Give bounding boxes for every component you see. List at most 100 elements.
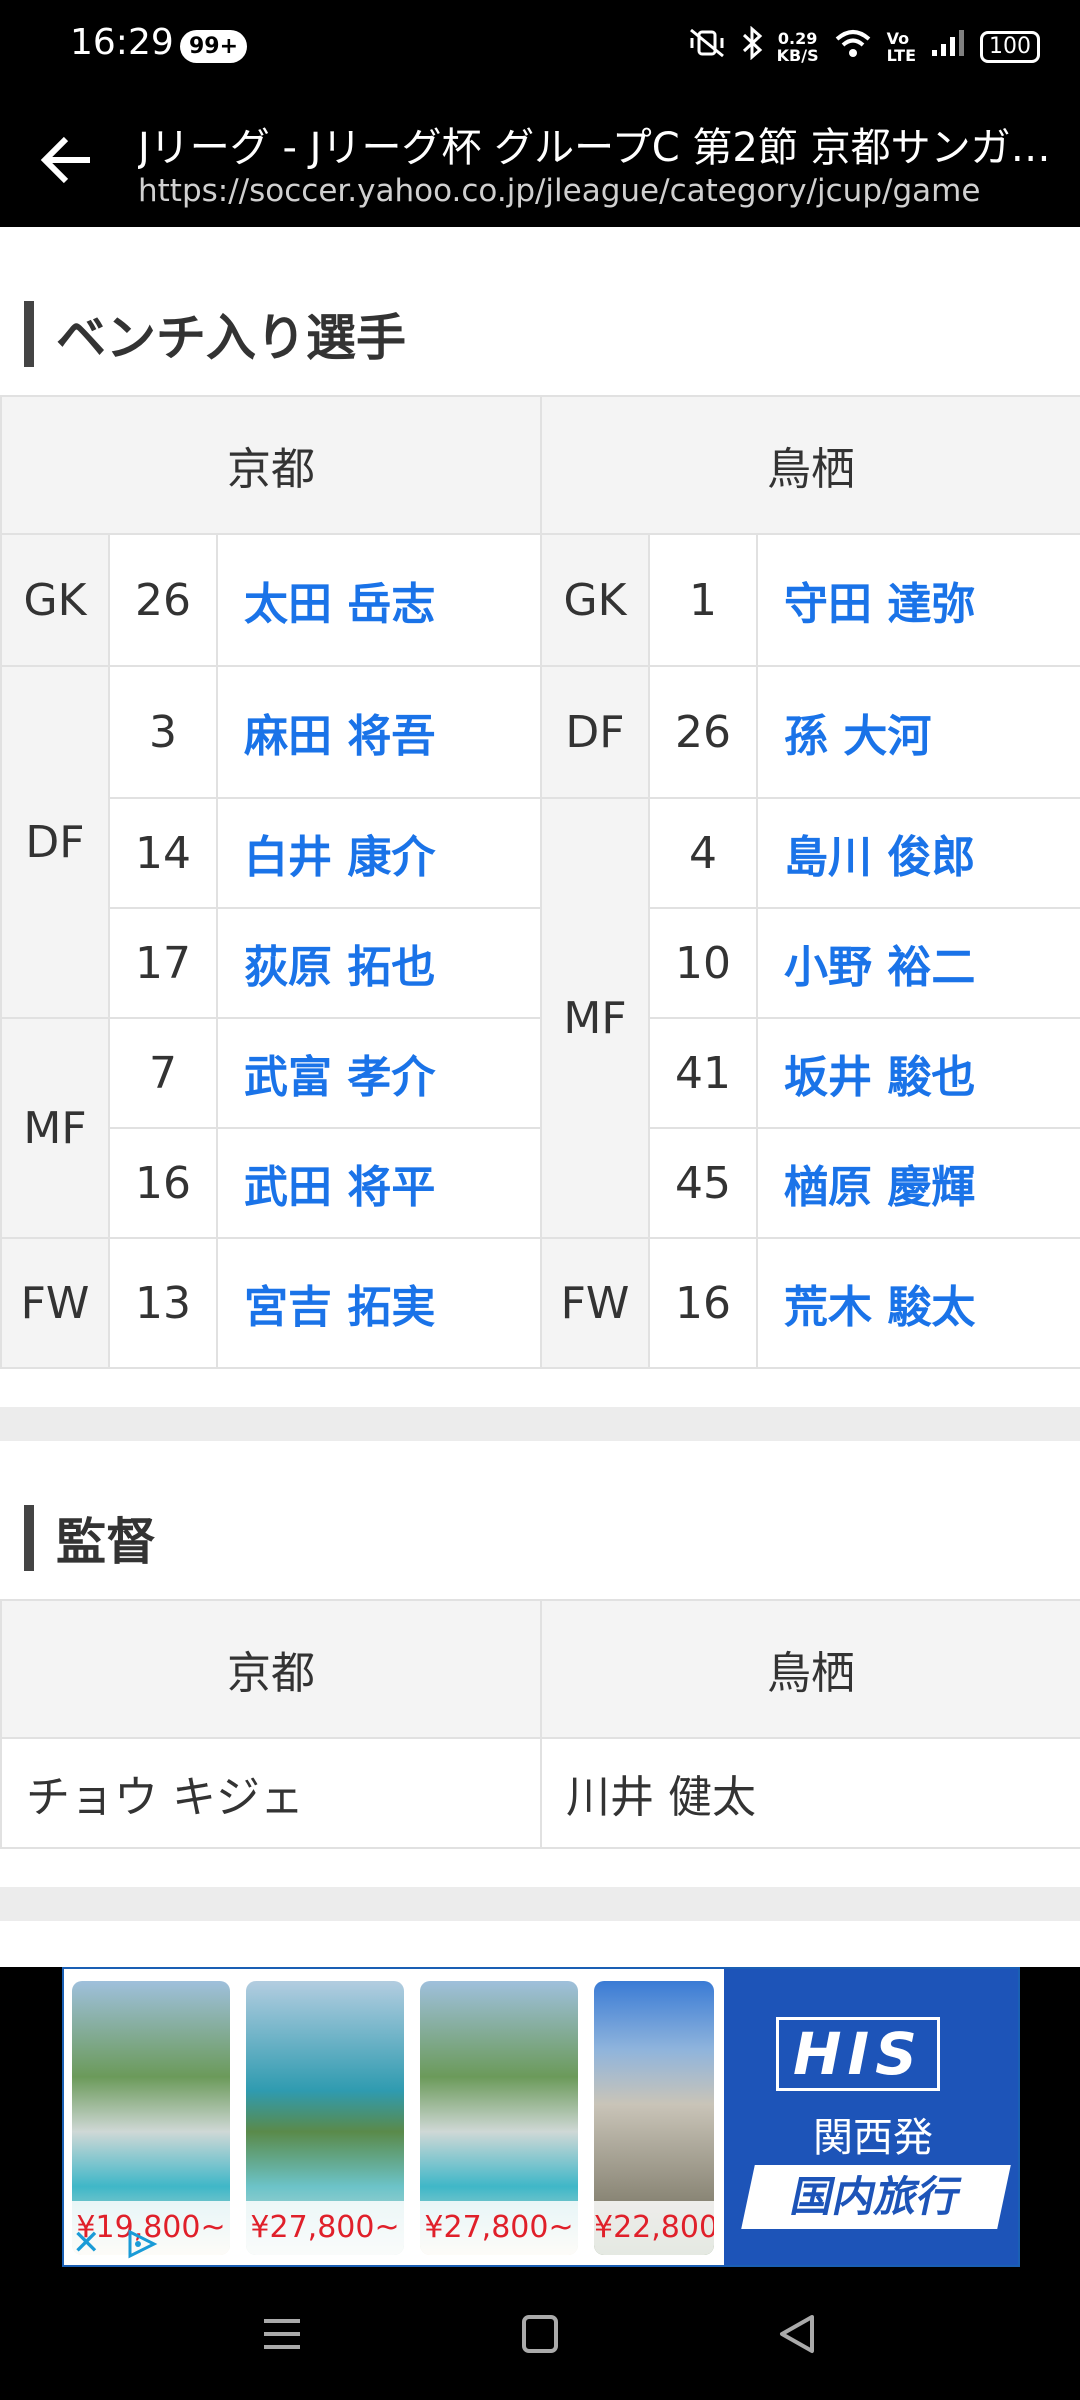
signal-icon — [930, 28, 966, 66]
ad-price: ¥22,800 — [594, 2201, 714, 2255]
number-cell: 1 — [648, 533, 758, 667]
ad-price: ¥27,800~ — [420, 2201, 578, 2255]
bench-table: 京都 鳥栖 GK 26 太田 岳志 GK 1 守田 達弥 DF 3 麻田 将吾 … — [0, 395, 1080, 1369]
volte-line1: Vo — [886, 29, 910, 48]
table-row: 14 白井 康介 MF 4 島川 俊郎 — [1, 797, 1080, 1239]
back-arrow-icon — [40, 136, 90, 184]
browser-header: Jリーグ - Jリーグ杯 グループC 第2節 京都サンガF.C.vs.サガン鳥栖… — [0, 95, 1080, 227]
page-content: ベンチ入り選手 京都 鳥栖 GK 26 太田 岳志 GK 1 守田 達弥 DF … — [0, 227, 1080, 1967]
section-divider — [0, 1887, 1080, 1921]
number-cell: 16 — [648, 1237, 758, 1369]
position-cell: GK — [0, 533, 110, 667]
team-home-header: 京都 — [0, 1599, 542, 1739]
status-time: 16:29 — [70, 22, 174, 63]
ad-hotel-image[interactable]: ¥27,800~ — [246, 1981, 404, 2255]
number-cell: 3 — [108, 665, 218, 799]
manager-section-heading: 監督 — [24, 1505, 156, 1571]
number-cell: 4 — [648, 797, 758, 909]
ad-subtitle: 関西発 — [813, 2115, 933, 2161]
table-row: チョウ キジェ 川井 健太 — [0, 1737, 1080, 1849]
table-row: 16 武田 将平 45 楢原 慶輝 — [1, 1127, 1080, 1239]
section-divider — [0, 1407, 1080, 1441]
position-cell: GK — [540, 533, 650, 667]
page-url[interactable]: https://soccer.yahoo.co.jp/jleague/categ… — [138, 173, 1058, 209]
player-name-link[interactable]: 麻田 将吾 — [216, 665, 542, 799]
network-speed-value: 0.29 — [777, 29, 818, 48]
heading-accent-bar — [24, 301, 34, 367]
ad-banner[interactable]: ¥19,800~ ¥27,800~ ¥27,800~ ¥22,800 HIS 関… — [62, 1967, 1020, 2267]
ad-main-label: 国内旅行 — [741, 2165, 1011, 2229]
team-home-header: 京都 — [0, 395, 542, 535]
ad-hotel-image[interactable]: ¥22,800 — [594, 1981, 714, 2255]
bench-table-header: 京都 鳥栖 — [0, 395, 1080, 535]
back-button[interactable] — [32, 125, 102, 195]
heading-accent-bar — [24, 1505, 34, 1571]
back-triangle-icon[interactable] — [768, 2309, 828, 2359]
number-cell: 7 — [108, 1017, 218, 1129]
player-name-link[interactable]: 小野 裕二 — [756, 907, 1080, 1019]
ad-hotel-image[interactable]: ¥19,800~ — [72, 1981, 230, 2255]
player-name-link[interactable]: 武田 将平 — [216, 1127, 542, 1239]
system-nav-bar — [0, 2267, 1080, 2400]
manager-heading: 監督 — [56, 1513, 156, 1571]
position-cell: DF — [0, 665, 110, 1019]
table-row: MF 7 武富 孝介 41 坂井 駿也 — [0, 1017, 1080, 1239]
mute-vibrate-icon — [687, 26, 727, 68]
player-name-link[interactable]: 荻原 拓也 — [216, 907, 542, 1019]
player-name-link[interactable]: 白井 康介 — [216, 797, 542, 909]
player-name-link[interactable]: 守田 達弥 — [756, 533, 1080, 667]
player-name-link[interactable]: 島川 俊郎 — [756, 797, 1080, 909]
player-name-link[interactable]: 坂井 駿也 — [756, 1017, 1080, 1129]
ad-choices-icon[interactable] — [124, 2229, 160, 2259]
position-cell: MF — [540, 797, 650, 1239]
table-row: GK 26 太田 岳志 GK 1 守田 達弥 — [0, 533, 1080, 667]
number-cell: 10 — [648, 907, 758, 1019]
page-title: Jリーグ - Jリーグ杯 グループC 第2節 京都サンガF.C.vs.サガン鳥栖 — [138, 125, 1058, 171]
bench-heading: ベンチ入り選手 — [56, 309, 406, 367]
player-name-link[interactable]: 楢原 慶輝 — [756, 1127, 1080, 1239]
ad-brand-panel[interactable]: HIS 関西発 国内旅行 — [724, 1969, 1018, 2265]
number-cell: 26 — [648, 665, 758, 799]
network-speed-unit: KB/S — [776, 46, 819, 65]
manager-name-away: 川井 健太 — [540, 1737, 1080, 1849]
position-cell: FW — [0, 1237, 110, 1369]
number-cell: 13 — [108, 1237, 218, 1369]
player-name-link[interactable]: 荒木 駿太 — [756, 1237, 1080, 1369]
player-name-link[interactable]: 宮吉 拓実 — [216, 1237, 542, 1369]
status-icons: 0.29 KB/S Vo LTE 100 — [687, 25, 1040, 68]
number-cell: 26 — [108, 533, 218, 667]
manager-table: 京都 鳥栖 チョウ キジェ 川井 健太 — [0, 1599, 1080, 1849]
menu-icon[interactable] — [252, 2309, 312, 2359]
notification-count-badge: 99+ — [180, 30, 248, 63]
team-away-header: 鳥栖 — [540, 395, 1080, 535]
number-cell: 16 — [108, 1127, 218, 1239]
ad-close-icon[interactable]: ✕ — [72, 2223, 101, 2263]
position-cell: MF — [0, 1017, 110, 1239]
team-away-header: 鳥栖 — [540, 1599, 1080, 1739]
table-row: FW 13 宮吉 拓実 FW 16 荒木 駿太 — [0, 1237, 1080, 1369]
wifi-icon — [833, 27, 873, 67]
network-speed: 0.29 KB/S — [777, 30, 819, 64]
table-row: 17 荻原 拓也 10 小野 裕二 — [1, 907, 1080, 1019]
number-cell: 45 — [648, 1127, 758, 1239]
position-cell: DF — [540, 665, 650, 799]
number-cell: 14 — [108, 797, 218, 909]
status-bar: 16:29 99+ 0.29 KB/S Vo LTE 100 — [0, 0, 1080, 95]
number-cell: 41 — [648, 1017, 758, 1129]
his-logo: HIS — [776, 2017, 940, 2091]
manager-name-home: チョウ キジェ — [0, 1737, 542, 1849]
player-name-link[interactable]: 孫 大河 — [756, 665, 1080, 799]
volte-indicator: Vo LTE — [887, 30, 916, 64]
bluetooth-icon — [741, 25, 763, 68]
player-name-link[interactable]: 太田 岳志 — [216, 533, 542, 667]
volte-line2: LTE — [886, 46, 916, 65]
battery-indicator: 100 — [980, 31, 1040, 63]
manager-table-header: 京都 鳥栖 — [0, 1599, 1080, 1739]
position-cell: FW — [540, 1237, 650, 1369]
bench-section-heading: ベンチ入り選手 — [24, 301, 406, 367]
ad-hotel-image[interactable]: ¥27,800~ — [420, 1981, 578, 2255]
player-name-link[interactable]: 武富 孝介 — [216, 1017, 542, 1129]
ad-price: ¥27,800~ — [246, 2201, 404, 2255]
home-icon[interactable] — [510, 2309, 570, 2359]
number-cell: 17 — [108, 907, 218, 1019]
